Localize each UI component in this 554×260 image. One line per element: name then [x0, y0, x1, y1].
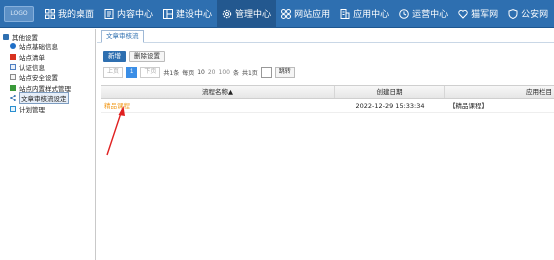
check-icon	[10, 105, 16, 112]
sidebar-item-auth-info[interactable]: 认证信息	[0, 62, 95, 72]
sidebar-item-site-list[interactable]: 站点清单	[0, 51, 95, 62]
sidebar-item-article-review-flow[interactable]: 文章审核流设定	[0, 92, 95, 105]
prev-page-button[interactable]: 上页	[103, 67, 124, 78]
gear-icon	[222, 9, 232, 19]
table-header: 流程名称▲ 创建日期 应用栏目	[101, 85, 554, 99]
top-nav-bar: LOGO 我的桌面 内容中心 建设中心 管理中心 网站应用 应用中心 运营中心	[0, 0, 554, 28]
sidebar-item-label: 文章审核流设定	[19, 92, 69, 105]
review-flow-table: 流程名称▲ 创建日期 应用栏目 精品课程 2022-12-29 15:33:34…	[101, 85, 554, 113]
logo: LOGO	[4, 5, 34, 22]
table-row[interactable]: 精品课程 2022-12-29 15:33:34 【精品课程】	[101, 99, 554, 113]
page-size-20[interactable]: 20	[208, 69, 216, 76]
nav-label: 公安网	[521, 10, 549, 20]
nav-item-operations[interactable]: 运营中心	[394, 0, 453, 28]
style-icon	[10, 84, 16, 91]
main-nav: 我的桌面 内容中心 建设中心 管理中心 网站应用 应用中心 运营中心 猫军网 公…	[40, 0, 553, 28]
flow-name-link[interactable]: 精品课程	[104, 102, 130, 110]
sidebar-item-label: 计划管理	[19, 105, 45, 114]
document-icon	[104, 8, 114, 19]
total-pages: 共1页	[241, 70, 258, 77]
sidebar-item-site-security[interactable]: 站点安全设置	[0, 72, 95, 82]
created-date-cell: 2022-12-29 15:33:34	[355, 102, 425, 110]
per-page-unit: 条	[232, 70, 239, 77]
jump-button[interactable]: 跳转	[274, 67, 295, 78]
nav-item-maojun[interactable]: 猫军网	[453, 0, 503, 28]
applied-column-cell: 【精品课程】	[449, 102, 488, 110]
column-header-created-date[interactable]: 创建日期	[335, 86, 445, 98]
clock-icon	[399, 8, 409, 19]
main-panel: 文章审核流 新增 删除设置 上页 1 下页 共1条 每页 10 20 100 条…	[97, 29, 554, 260]
nav-label: 管理中心	[235, 10, 272, 20]
nav-item-desktop[interactable]: 我的桌面	[40, 0, 99, 28]
page-jump-input[interactable]	[260, 67, 272, 78]
nav-label: 应用中心	[353, 10, 390, 20]
page-size-10[interactable]: 10	[197, 69, 205, 76]
tab-bar: 文章审核流	[97, 29, 554, 43]
sidebar: 其他设置 站点基础信息 站点清单 认证信息 站点安全设置 站点内置样式管理 文章…	[0, 29, 96, 260]
current-page-button[interactable]: 1	[126, 67, 138, 78]
layout-icon	[163, 8, 174, 19]
page-size-100[interactable]: 100	[219, 69, 230, 76]
per-page-label: 每页	[182, 70, 195, 77]
shield-icon	[508, 8, 518, 19]
sidebar-item-site-basic-info[interactable]: 站点基础信息	[0, 41, 95, 51]
grid-icon	[45, 8, 55, 19]
sidebar-item-plan-management[interactable]: 计划管理	[0, 103, 95, 114]
page-icon	[10, 74, 16, 81]
total-count: 共1条	[163, 70, 180, 77]
toolbar: 新增 删除设置	[103, 51, 165, 62]
nav-label: 建设中心	[176, 10, 213, 20]
sidebar-item-label: 站点清单	[19, 53, 45, 62]
delete-settings-button[interactable]: 删除设置	[129, 51, 165, 62]
tab-article-review-flow[interactable]: 文章审核流	[101, 30, 144, 43]
heart-icon	[458, 9, 468, 19]
building-icon	[340, 8, 350, 19]
certificate-icon	[10, 63, 16, 70]
nav-item-app-center[interactable]: 应用中心	[335, 0, 394, 28]
flag-icon	[10, 53, 16, 60]
folder-icon	[3, 33, 9, 40]
add-button[interactable]: 新增	[103, 51, 126, 62]
nav-item-management[interactable]: 管理中心	[217, 0, 277, 28]
info-icon	[10, 43, 16, 50]
pagination: 上页 1 下页 共1条 每页 10 20 100 条 共1页 跳转	[103, 67, 295, 78]
column-header-flow-name[interactable]: 流程名称▲	[101, 86, 335, 98]
nav-label: 网站应用	[294, 10, 331, 20]
tree-root-label: 其他设置	[12, 33, 38, 42]
tree-root-other-settings[interactable]: 其他设置	[0, 32, 95, 42]
nav-item-content[interactable]: 内容中心	[99, 0, 158, 28]
nav-label: 运营中心	[412, 10, 449, 20]
sidebar-item-label: 站点安全设置	[19, 74, 58, 83]
nav-label: 我的桌面	[58, 10, 95, 20]
next-page-button[interactable]: 下页	[140, 67, 161, 78]
nav-label: 内容中心	[117, 10, 154, 20]
apps-icon	[281, 8, 292, 19]
share-icon	[10, 95, 16, 102]
sidebar-item-label: 认证信息	[19, 63, 45, 72]
nav-item-police[interactable]: 公安网	[503, 0, 553, 28]
nav-item-site-apps[interactable]: 网站应用	[276, 0, 335, 28]
sidebar-item-label: 站点基础信息	[19, 43, 58, 52]
flow-name-cell: 精品课程	[101, 99, 335, 112]
nav-item-build[interactable]: 建设中心	[158, 0, 217, 28]
column-header-applied-column[interactable]: 应用栏目	[445, 86, 554, 98]
nav-label: 猫军网	[471, 10, 499, 20]
